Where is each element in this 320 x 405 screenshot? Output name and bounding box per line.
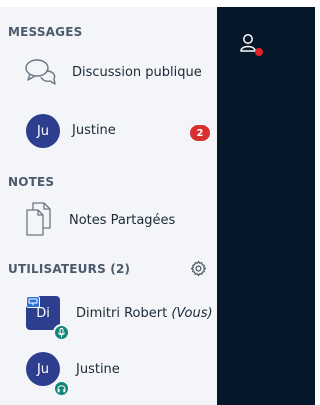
documents-icon xyxy=(26,202,51,236)
user-notification-button[interactable] xyxy=(239,31,267,59)
gear-icon[interactable] xyxy=(190,260,207,277)
sidebar: MESSAGES Discussion publique Ju Justine … xyxy=(0,7,217,405)
justine-avatar: Ju xyxy=(26,114,60,148)
justine-user-avatar: Ju xyxy=(26,352,60,386)
user-name-dimitri: Dimitri Robert (Vous) xyxy=(76,306,213,321)
user-notification-icon xyxy=(240,34,263,56)
notes-heading: NOTES xyxy=(8,175,55,189)
dimitri-name: Dimitri Robert xyxy=(76,306,168,321)
shared-notes-label: Notes Partagées xyxy=(69,213,176,228)
public-chat-label: Discussion publique xyxy=(72,65,202,80)
headphones-icon xyxy=(57,385,66,393)
main-panel xyxy=(217,7,315,405)
unread-badge: 2 xyxy=(190,125,210,141)
chat-bubbles-icon xyxy=(25,59,56,85)
user-item-justine[interactable]: Ju Justine xyxy=(0,345,217,397)
user-item-dimitri[interactable]: Di Dimitri Robert (Vous) xyxy=(0,289,217,341)
messages-heading: MESSAGES xyxy=(8,25,83,39)
user-name-justine: Justine xyxy=(76,362,120,377)
presenter-icon xyxy=(26,296,40,308)
microphone-icon xyxy=(58,327,65,337)
private-chat-item[interactable]: Ju Justine 2 xyxy=(0,111,217,151)
top-border xyxy=(0,0,315,7)
you-suffix: (Vous) xyxy=(171,306,213,321)
shared-notes-item[interactable]: Notes Partagées xyxy=(0,199,217,243)
users-heading: UTILISATEURS (2) xyxy=(8,262,131,276)
private-chat-name: Justine xyxy=(72,123,116,138)
public-chat-item[interactable]: Discussion publique xyxy=(0,53,217,93)
headphones-status xyxy=(53,380,70,397)
microphone-status xyxy=(53,324,70,341)
